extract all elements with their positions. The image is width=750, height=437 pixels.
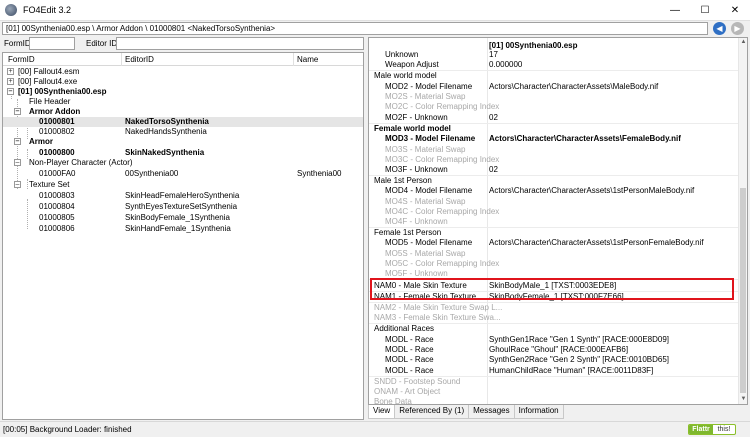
record-row[interactable]: MO2C - Color Remapping Index xyxy=(369,102,739,112)
record-row[interactable]: MO3F - Unknown 02 xyxy=(369,165,739,175)
scroll-thumb[interactable] xyxy=(740,188,746,393)
tree-row[interactable]: + [00] Fallout4.esm xyxy=(3,67,363,77)
record-row[interactable]: SNDD - Footstep Sound xyxy=(369,377,739,387)
collapse-icon[interactable]: – xyxy=(14,108,21,115)
record-row[interactable]: MOD3 - Model Filename Actors\Character\Ch… xyxy=(369,134,739,144)
back-arrow-icon[interactable]: ◀ xyxy=(713,22,726,35)
tree-row[interactable]: – Texture Set xyxy=(3,180,363,190)
record-view[interactable]: [01] 00Synthenia00.esp Unknown 17 Weapon … xyxy=(368,37,748,405)
close-button[interactable]: ✕ xyxy=(720,0,750,21)
column-formid[interactable]: FormID xyxy=(8,55,35,64)
record-row[interactable]: NAM2 - Male Skin Texture Swap L... xyxy=(369,303,739,313)
record-path-bar: [01] 00Synthenia00.esp \ Armor Addon \ 0… xyxy=(2,22,708,35)
record-row[interactable]: MO2F - Unknown 02 xyxy=(369,113,739,123)
tree-row[interactable]: 01000805 SkinBodyFemale_1Synthenia xyxy=(3,213,363,223)
record-row[interactable]: MO4S - Material Swap xyxy=(369,197,739,207)
record-row[interactable]: Unknown 17 xyxy=(369,50,739,60)
record-view-scrollbar[interactable]: ▲ ▼ xyxy=(738,38,747,404)
tab-messages[interactable]: Messages xyxy=(468,405,515,419)
record-row[interactable]: MO3C - Color Remapping Index xyxy=(369,155,739,165)
status-text: [00:05] Background Loader: finished xyxy=(3,425,132,434)
record-row[interactable]: MOD2 - Model Filename Actors\Character\Ch… xyxy=(369,82,739,92)
editorid-filter-input[interactable] xyxy=(116,37,364,50)
maximize-button[interactable]: ☐ xyxy=(690,0,720,21)
flattr-this-label: this! xyxy=(717,426,731,433)
record-row[interactable]: MOD4 - Model Filename Actors\Character\Ch… xyxy=(369,186,739,196)
record-row[interactable]: MO5S - Material Swap xyxy=(369,249,739,259)
skin-texture-highlight xyxy=(370,278,734,300)
record-row[interactable]: MO3S - Material Swap xyxy=(369,145,739,155)
app-icon xyxy=(5,4,17,16)
editorid-filter-label: Editor ID xyxy=(86,39,118,48)
tree-row[interactable]: 01000FA0 00Synthenia00 Synthenia00 xyxy=(3,169,363,179)
record-row[interactable]: MODL - Race HumanChildRace "Human" [RACE:… xyxy=(369,366,739,376)
tab-referenced-by[interactable]: Referenced By (1) xyxy=(394,405,470,419)
tree-row[interactable]: – [01] 00Synthenia00.esp xyxy=(3,87,363,97)
column-name[interactable]: Name xyxy=(297,55,318,64)
tree-row[interactable]: 01000803 SkinHeadFemaleHeroSynthenia xyxy=(3,191,363,201)
record-row[interactable]: Female 1st Person xyxy=(369,228,739,238)
tree-row[interactable]: + [00] Fallout4.exe xyxy=(3,77,363,87)
record-row[interactable]: Weapon Adjust 0.000000 xyxy=(369,60,739,70)
record-row[interactable]: MODL - Race SynthGen2Race "Gen 2 Synth" [… xyxy=(369,355,739,365)
record-row[interactable]: MO5C - Color Remapping Index xyxy=(369,259,739,269)
record-row[interactable]: MO2S - Material Swap xyxy=(369,92,739,102)
formid-filter-label: FormID xyxy=(4,39,31,48)
record-row[interactable]: Male world model xyxy=(369,71,739,81)
tree-header: FormID EditorID Name xyxy=(3,53,363,66)
record-tabs: View Referenced By (1) Messages Informat… xyxy=(368,405,564,419)
status-bar: [00:05] Background Loader: finished Flat… xyxy=(0,421,750,437)
record-row[interactable]: MODL - Race GhoulRace "Ghoul" [RACE:000EA… xyxy=(369,345,739,355)
record-row[interactable]: MOD5 - Model Filename Actors\Character\Ch… xyxy=(369,238,739,248)
tree-row[interactable]: File Header xyxy=(3,97,363,107)
tree-row[interactable]: – Armor Addon xyxy=(3,107,363,117)
tree-row[interactable]: 01000800 SkinNakedSynthenia xyxy=(3,148,363,158)
formid-filter-input[interactable] xyxy=(29,37,75,50)
collapse-icon[interactable]: – xyxy=(14,159,21,166)
record-row[interactable]: MO4C - Color Remapping Index xyxy=(369,207,739,217)
record-row[interactable]: Additional Races xyxy=(369,324,739,334)
flattr-button[interactable]: Flattr this! xyxy=(688,424,736,435)
minimize-button[interactable]: — xyxy=(660,0,690,21)
expand-icon[interactable]: + xyxy=(7,78,14,85)
record-row[interactable]: ONAM - Art Object xyxy=(369,387,739,397)
collapse-icon[interactable]: – xyxy=(7,88,14,95)
window-title: FO4Edit 3.2 xyxy=(23,5,72,15)
record-tree[interactable]: FormID EditorID Name + [00] Fallout4.esm… xyxy=(2,52,364,420)
scroll-down-icon[interactable]: ▼ xyxy=(739,395,747,404)
tree-row[interactable]: 01000804 SynthEyesTextureSetSynthenia xyxy=(3,202,363,212)
expand-icon[interactable]: + xyxy=(7,68,14,75)
collapse-icon[interactable]: – xyxy=(14,138,21,145)
scroll-up-icon[interactable]: ▲ xyxy=(739,38,747,47)
tree-row-selected[interactable]: 01000801 NakedTorsoSynthenia xyxy=(3,117,363,127)
record-row[interactable]: NAM3 - Female Skin Texture Swa... xyxy=(369,313,739,323)
title-bar: FO4Edit 3.2 — ☐ ✕ xyxy=(0,0,750,21)
collapse-icon[interactable]: – xyxy=(14,181,21,188)
record-row[interactable]: Bone Data xyxy=(369,397,739,404)
tree-row[interactable]: 01000802 NakedHandsSynthenia xyxy=(3,127,363,137)
tree-row[interactable]: – Armor xyxy=(3,137,363,147)
tab-information[interactable]: Information xyxy=(513,405,564,419)
tree-row[interactable]: – Non-Player Character (Actor) xyxy=(3,158,363,168)
record-row[interactable]: Female world model xyxy=(369,124,739,134)
record-row[interactable]: Male 1st Person xyxy=(369,176,739,186)
record-row[interactable]: MO4F - Unknown xyxy=(369,217,739,227)
tab-view[interactable]: View xyxy=(368,405,396,419)
filter-row: FormID Editor ID xyxy=(2,37,364,51)
tree-row[interactable]: 01000806 SkinHandFemale_1Synthenia xyxy=(3,224,363,234)
column-editorid[interactable]: EditorID xyxy=(125,55,154,64)
record-row[interactable]: MODL - Race SynthGen1Race "Gen 1 Synth" [… xyxy=(369,335,739,345)
flattr-label: Flattr xyxy=(689,425,713,434)
forward-arrow-icon[interactable]: ▶ xyxy=(731,22,744,35)
